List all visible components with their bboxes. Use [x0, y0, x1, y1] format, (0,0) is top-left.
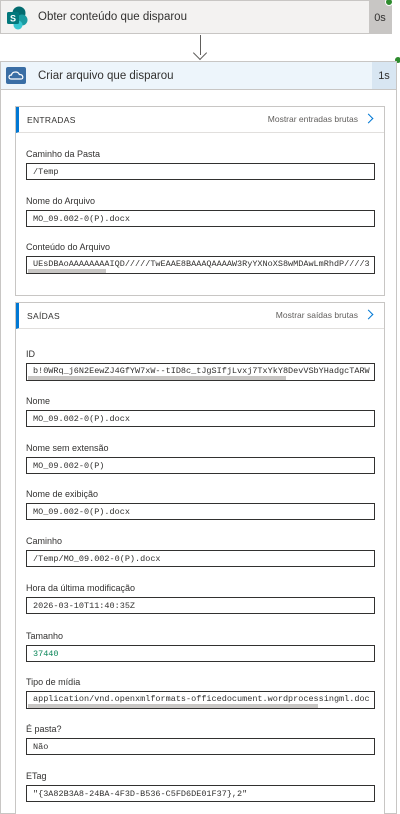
horizontal-scrollbar[interactable] — [28, 376, 286, 380]
file-name-value: MO_09.002-0(P).docx — [26, 210, 375, 227]
path-value: /Temp/MO_09.002-0(P).docx — [26, 550, 375, 567]
outputs-header: SAÍDAS Mostrar saídas brutas — [16, 303, 384, 329]
horizontal-scrollbar[interactable] — [28, 704, 318, 708]
file-content-text: UEsDBAoAAAAAAAAIQD/////TwEAAE8BAAAQAAAAW… — [33, 259, 370, 269]
id-text: b!0WRq_j6N2EewZJ4GfYW7xW--tID8c_tJgSIfjL… — [33, 366, 370, 376]
media-type-text: application/vnd.openxmlformats-officedoc… — [33, 694, 370, 704]
field-label: ETag — [26, 771, 47, 781]
svg-text:S: S — [10, 14, 16, 24]
step-create-file[interactable]: Criar arquivo que disparou 1s ENTRADAS M… — [0, 61, 397, 814]
etag-value: "{3A82B3A8-24BA-4F3D-B536-C5FD6DE01F37},… — [26, 785, 375, 802]
id-value[interactable]: b!0WRq_j6N2EewZJ4GfYW7xW--tID8c_tJgSIfjL… — [26, 363, 375, 381]
onedrive-cloud-icon — [6, 67, 26, 84]
media-type-value[interactable]: application/vnd.openxmlformats-officedoc… — [26, 691, 375, 709]
chevron-right-icon[interactable] — [363, 309, 374, 320]
field-label: Conteúdo do Arquivo — [26, 242, 111, 252]
step-title: Criar arquivo que disparou — [38, 70, 174, 82]
is-folder-value: Não — [26, 738, 375, 755]
field-label: Tipo de mídia — [26, 677, 81, 687]
field-label: Caminho da Pasta — [26, 149, 101, 159]
display-name-value: MO_09.002-0(P).docx — [26, 503, 375, 520]
outputs-section: SAÍDAS Mostrar saídas brutas ID b!0WRq_j… — [15, 302, 385, 814]
show-raw-inputs-link[interactable]: Mostrar entradas brutas — [268, 114, 358, 124]
inputs-section: ENTRADAS Mostrar entradas brutas Caminho… — [15, 106, 385, 296]
chevron-right-icon[interactable] — [363, 113, 374, 124]
last-modified-value: 2026-03-10T11:40:35Z — [26, 597, 375, 614]
field-label: Tamanho — [26, 631, 64, 641]
step-duration: 1s — [372, 62, 396, 89]
file-content-value[interactable]: UEsDBAoAAAAAAAAIQD/////TwEAAE8BAAAQAAAAW… — [26, 256, 375, 274]
field-label: Nome do Arquivo — [26, 196, 96, 206]
show-raw-outputs-link[interactable]: Mostrar saídas brutas — [276, 310, 358, 320]
step-title: Obter conteúdo que disparou — [38, 11, 187, 23]
horizontal-scrollbar[interactable] — [28, 269, 106, 273]
sharepoint-icon: S — [7, 6, 28, 30]
field-label: É pasta? — [26, 724, 62, 734]
success-icon — [385, 0, 393, 6]
step-header[interactable]: Criar arquivo que disparou 1s — [1, 62, 396, 90]
field-label: Nome — [26, 396, 51, 406]
folder-path-value: /Temp — [26, 163, 375, 180]
field-label: Nome de exibição — [26, 489, 99, 499]
field-label: ID — [26, 349, 35, 359]
name-without-extension-value: MO_09.002-0(P) — [26, 457, 375, 474]
inputs-header: ENTRADAS Mostrar entradas brutas — [16, 107, 384, 133]
step-get-content[interactable]: S Obter conteúdo que disparou 0s — [0, 0, 393, 34]
arrow-down-icon — [192, 45, 208, 61]
size-value: 37440 — [26, 645, 375, 662]
name-value: MO_09.002-0(P).docx — [26, 410, 375, 427]
field-label: Nome sem extensão — [26, 443, 109, 453]
section-title: ENTRADAS — [27, 115, 76, 125]
field-label: Caminho — [26, 536, 63, 546]
section-title: SAÍDAS — [27, 311, 60, 321]
field-label: Hora da última modificação — [26, 583, 136, 593]
